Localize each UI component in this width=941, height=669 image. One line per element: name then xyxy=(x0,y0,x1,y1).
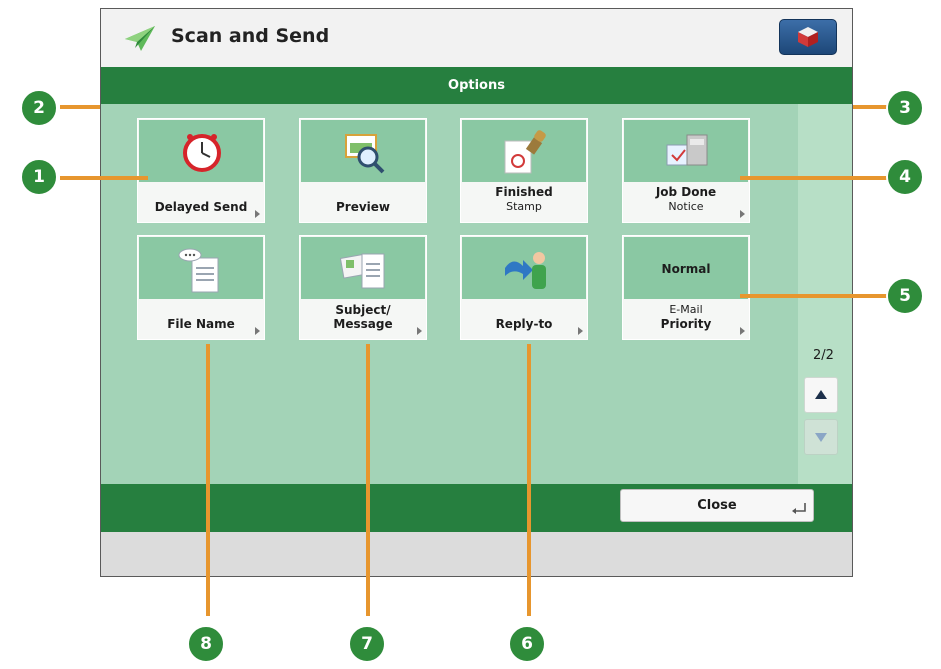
app-title: Scan and Send xyxy=(171,25,330,47)
home-button[interactable] xyxy=(779,19,837,55)
callout-badge-6: 6 xyxy=(508,625,546,663)
callout-badge-3: 3 xyxy=(886,89,924,127)
tile-preview[interactable]: Preview xyxy=(299,118,427,223)
tile-file-name[interactable]: File Name xyxy=(137,235,265,340)
tile-finished-stamp[interactable]: Finished Stamp xyxy=(460,118,588,223)
callout-line-6 xyxy=(527,344,531,616)
magnifier-icon xyxy=(345,134,385,174)
submenu-arrow-icon xyxy=(740,210,745,218)
tile-label: Delayed Send xyxy=(154,200,248,214)
stamp-icon xyxy=(504,130,546,174)
callout-badge-1: 1 xyxy=(20,158,58,196)
tile-label: Reply-to xyxy=(495,317,553,331)
callout-line-7 xyxy=(366,344,370,616)
scroll-down-button[interactable] xyxy=(804,419,838,455)
up-arrow-icon xyxy=(815,390,827,399)
callout-badge-8: 8 xyxy=(187,625,225,663)
callout-badge-7: 7 xyxy=(348,625,386,663)
tile-label: E-Mail Priority xyxy=(660,303,712,331)
title-bar: Scan and Send xyxy=(101,9,852,68)
tile-email-priority[interactable]: Normal E-Mail Priority xyxy=(622,235,750,340)
tile-reply-to[interactable]: Reply-to xyxy=(460,235,588,340)
close-button[interactable]: Close xyxy=(620,489,814,522)
submenu-arrow-icon xyxy=(417,327,422,335)
tile-label: Preview xyxy=(335,200,390,214)
tile-label: Subject/Message xyxy=(333,303,393,331)
message-icon xyxy=(339,253,385,289)
submenu-arrow-icon xyxy=(255,210,260,218)
page-indicator: 2/2 xyxy=(813,348,834,363)
submenu-arrow-icon xyxy=(578,327,583,335)
scroll-up-button[interactable] xyxy=(804,377,838,413)
callout-line-1 xyxy=(60,176,148,180)
file-name-icon xyxy=(178,248,219,293)
home-icon xyxy=(798,27,818,47)
callout-line-5 xyxy=(740,294,902,298)
tile-label: File Name xyxy=(167,317,235,331)
options-header: Options xyxy=(101,67,852,104)
callout-badge-4: 4 xyxy=(886,158,924,196)
plane-icon xyxy=(125,26,155,51)
reply-to-icon xyxy=(505,252,546,289)
tile-label: Finished Stamp xyxy=(495,185,553,213)
callout-line-8 xyxy=(206,344,210,616)
job-done-icon xyxy=(666,134,708,166)
submenu-arrow-icon xyxy=(740,327,745,335)
tile-subject-message[interactable]: Subject/Message xyxy=(299,235,427,340)
callout-badge-2: 2 xyxy=(20,89,58,127)
device-screen: Scan and Send Options Delayed Send Previ… xyxy=(100,8,853,577)
priority-value: Normal xyxy=(661,262,711,276)
status-bar xyxy=(101,532,852,576)
tile-label: Job Done Notice xyxy=(655,185,717,213)
submenu-arrow-icon xyxy=(255,327,260,335)
callout-badge-5: 5 xyxy=(886,277,924,315)
tile-job-done-notice[interactable]: Job Done Notice xyxy=(622,118,750,223)
callout-line-4 xyxy=(740,176,902,180)
clock-icon xyxy=(183,134,221,172)
enter-icon xyxy=(792,503,806,514)
close-label: Close xyxy=(697,498,737,513)
tile-delayed-send[interactable]: Delayed Send xyxy=(137,118,265,223)
down-arrow-icon xyxy=(815,433,827,442)
